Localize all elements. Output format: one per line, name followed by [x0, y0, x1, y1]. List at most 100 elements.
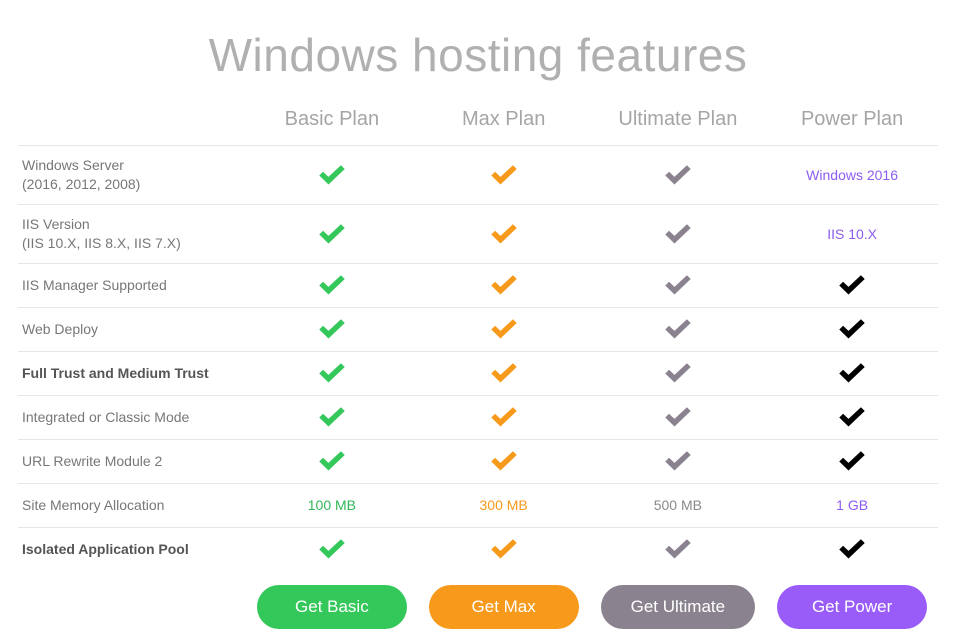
- feature-value: [246, 263, 418, 307]
- header-plan-max: Max Plan: [418, 102, 590, 146]
- check-icon: [839, 539, 865, 559]
- header-plan-basic: Basic Plan: [246, 102, 418, 146]
- feature-value: [418, 439, 590, 483]
- feature-value: [766, 307, 938, 351]
- feature-label: IIS Manager Supported: [18, 263, 246, 307]
- feature-label: Windows Server(2016, 2012, 2008): [18, 146, 246, 205]
- feature-value: [246, 439, 418, 483]
- button-cell: Get Power: [766, 571, 938, 639]
- check-icon: [665, 451, 691, 471]
- table-row: URL Rewrite Module 2: [18, 439, 938, 483]
- check-icon: [319, 363, 345, 383]
- check-icon: [839, 319, 865, 339]
- feature-value: 500 MB: [590, 483, 767, 527]
- table-row: Site Memory Allocation 100 MB 300 MB 500 MB…: [18, 483, 938, 527]
- feature-value: [246, 351, 418, 395]
- check-icon: [491, 165, 517, 185]
- feature-value-text: 1 GB: [836, 497, 868, 513]
- feature-value: [418, 351, 590, 395]
- check-icon: [491, 451, 517, 471]
- spacer: [18, 571, 246, 639]
- feature-value: [418, 395, 590, 439]
- check-icon: [839, 451, 865, 471]
- feature-value-text: IIS 10.X: [827, 226, 877, 242]
- feature-value: [418, 307, 590, 351]
- table-row: Windows Server(2016, 2012, 2008) Windows …: [18, 146, 938, 205]
- feature-value: [766, 351, 938, 395]
- feature-label: Isolated Application Pool: [18, 527, 246, 571]
- feature-value: [766, 395, 938, 439]
- feature-value-text: 500 MB: [654, 497, 702, 513]
- feature-value: [590, 263, 767, 307]
- check-icon: [491, 275, 517, 295]
- feature-value: [246, 146, 418, 205]
- feature-label: Integrated or Classic Mode: [18, 395, 246, 439]
- feature-value: [590, 307, 767, 351]
- feature-value: [246, 395, 418, 439]
- get-basic-button[interactable]: Get Basic: [257, 585, 407, 629]
- table-row: Web Deploy: [18, 307, 938, 351]
- check-icon: [491, 224, 517, 244]
- check-icon: [665, 363, 691, 383]
- table-row: Full Trust and Medium Trust: [18, 351, 938, 395]
- feature-value: [590, 395, 767, 439]
- table-row: Integrated or Classic Mode: [18, 395, 938, 439]
- get-power-button[interactable]: Get Power: [777, 585, 927, 629]
- features-table: Basic Plan Max Plan Ultimate Plan Power …: [18, 102, 938, 639]
- get-ultimate-button[interactable]: Get Ultimate: [601, 585, 755, 629]
- button-cell: Get Max: [418, 571, 590, 639]
- feature-label: URL Rewrite Module 2: [18, 439, 246, 483]
- feature-value: [418, 146, 590, 205]
- check-icon: [665, 224, 691, 244]
- feature-value: [418, 527, 590, 571]
- check-icon: [491, 363, 517, 383]
- header-plan-ultimate: Ultimate Plan: [590, 102, 767, 146]
- check-icon: [319, 451, 345, 471]
- check-icon: [491, 407, 517, 427]
- feature-value: [766, 439, 938, 483]
- feature-value: IIS 10.X: [766, 204, 938, 263]
- page-title: Windows hosting features: [0, 28, 956, 82]
- feature-value: [418, 204, 590, 263]
- feature-value-text: 300 MB: [480, 497, 528, 513]
- check-icon: [839, 275, 865, 295]
- feature-value: [590, 204, 767, 263]
- check-icon: [839, 407, 865, 427]
- check-icon: [319, 165, 345, 185]
- feature-value: [766, 527, 938, 571]
- feature-value: 300 MB: [418, 483, 590, 527]
- feature-value: [246, 307, 418, 351]
- check-icon: [491, 319, 517, 339]
- check-icon: [665, 319, 691, 339]
- get-max-button[interactable]: Get Max: [429, 585, 579, 629]
- check-icon: [319, 539, 345, 559]
- feature-value: [590, 351, 767, 395]
- check-icon: [491, 539, 517, 559]
- check-icon: [319, 275, 345, 295]
- check-icon: [319, 407, 345, 427]
- check-icon: [665, 539, 691, 559]
- feature-value: 100 MB: [246, 483, 418, 527]
- feature-value: [766, 263, 938, 307]
- header-row: Basic Plan Max Plan Ultimate Plan Power …: [18, 102, 938, 146]
- feature-value: [246, 527, 418, 571]
- feature-label: Site Memory Allocation: [18, 483, 246, 527]
- header-plan-power: Power Plan: [766, 102, 938, 146]
- header-feature: [18, 102, 246, 146]
- feature-value: [246, 204, 418, 263]
- table-row: Isolated Application Pool: [18, 527, 938, 571]
- button-row: Get Basic Get Max Get Ultimate Get Power: [18, 571, 938, 639]
- check-icon: [665, 275, 691, 295]
- feature-label: Web Deploy: [18, 307, 246, 351]
- feature-value-text: Windows 2016: [806, 167, 898, 183]
- feature-value: 1 GB: [766, 483, 938, 527]
- check-icon: [839, 363, 865, 383]
- check-icon: [665, 165, 691, 185]
- check-icon: [319, 224, 345, 244]
- feature-value: [590, 527, 767, 571]
- check-icon: [665, 407, 691, 427]
- check-icon: [319, 319, 345, 339]
- feature-value: [590, 146, 767, 205]
- feature-value-text: 100 MB: [308, 497, 356, 513]
- button-cell: Get Basic: [246, 571, 418, 639]
